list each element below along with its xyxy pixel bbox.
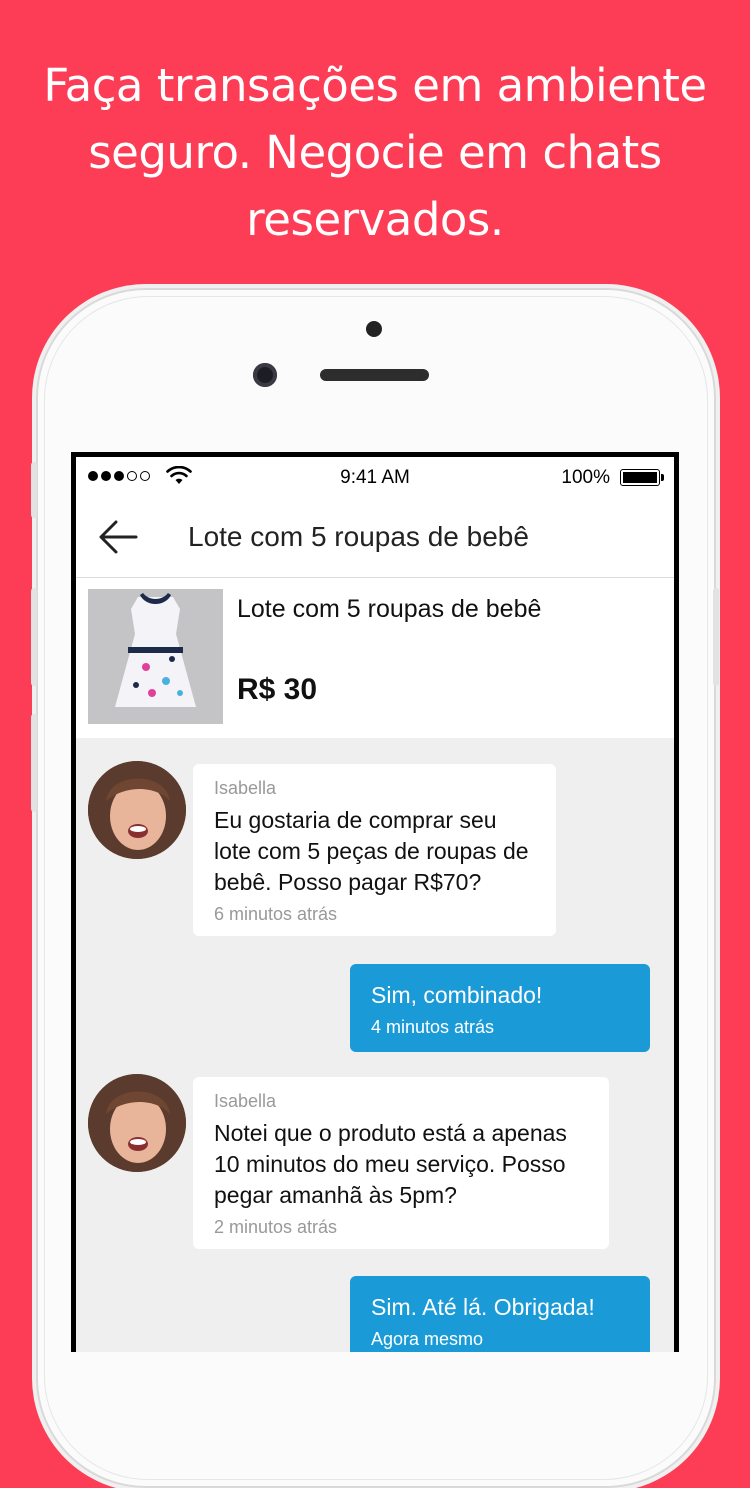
message-bubble-incoming: Isabella Notei que o produto está a apen…	[193, 1077, 609, 1249]
message-bubble-outgoing: Sim, combinado! 4 minutos atrás	[350, 964, 650, 1052]
headline-line-2: seguro. Negocie em chats	[88, 126, 662, 179]
battery-percentage: 100%	[561, 467, 610, 488]
page-title: Lote com 5 roupas de bebê	[188, 521, 529, 552]
avatar[interactable]	[88, 761, 186, 859]
phone-earpiece-speaker	[320, 369, 429, 381]
message-timestamp: 4 minutos atrás	[371, 1017, 495, 1037]
phone-mute-switch	[31, 462, 37, 518]
phone-screen: 9:41 AM 100% Lote com 5 roupas de bebê L…	[71, 452, 679, 1352]
message-text: Notei que o produto está a apenas 10 min…	[214, 1120, 567, 1208]
message-text: Sim. Até lá. Obrigada!	[371, 1294, 595, 1320]
message-sender: Isabella	[214, 778, 277, 798]
headline: Faça transações em ambiente seguro. Nego…	[0, 52, 750, 253]
phone-power-button	[713, 588, 719, 686]
app-screen: 9:41 AM 100% Lote com 5 roupas de bebê L…	[76, 457, 674, 1352]
product-thumbnail[interactable]	[88, 589, 223, 724]
phone-volume-up-button	[31, 588, 37, 686]
status-bar: 9:41 AM 100%	[76, 457, 674, 499]
message-text: Eu gostaria de comprar seu lote com 5 pe…	[214, 807, 529, 895]
product-price: R$ 30	[237, 673, 318, 706]
headline-line-1: Faça transações em ambiente	[43, 59, 707, 112]
message-sender: Isabella	[214, 1091, 277, 1111]
message-bubble-outgoing: Sim. Até lá. Obrigada! Agora mesmo	[350, 1276, 650, 1352]
phone-volume-down-button	[31, 714, 37, 812]
product-title: Lote com 5 roupas de bebê	[237, 595, 542, 623]
navigation-bar: Lote com 5 roupas de bebê	[76, 499, 674, 578]
phone-proximity-sensor	[366, 321, 382, 337]
product-card[interactable]: Lote com 5 roupas de bebê R$ 30	[76, 578, 674, 738]
headline-line-3: reservados.	[246, 193, 504, 246]
message-text: Sim, combinado!	[371, 982, 543, 1008]
message-timestamp: 2 minutos atrás	[214, 1217, 338, 1237]
back-arrow-icon[interactable]	[98, 519, 138, 555]
avatar[interactable]	[88, 1074, 186, 1172]
phone-front-camera	[253, 363, 277, 387]
message-timestamp: 6 minutos atrás	[214, 904, 338, 924]
message-timestamp: Agora mesmo	[371, 1329, 484, 1349]
battery-icon	[620, 469, 664, 486]
message-bubble-incoming: Isabella Eu gostaria de comprar seu lote…	[193, 764, 556, 936]
